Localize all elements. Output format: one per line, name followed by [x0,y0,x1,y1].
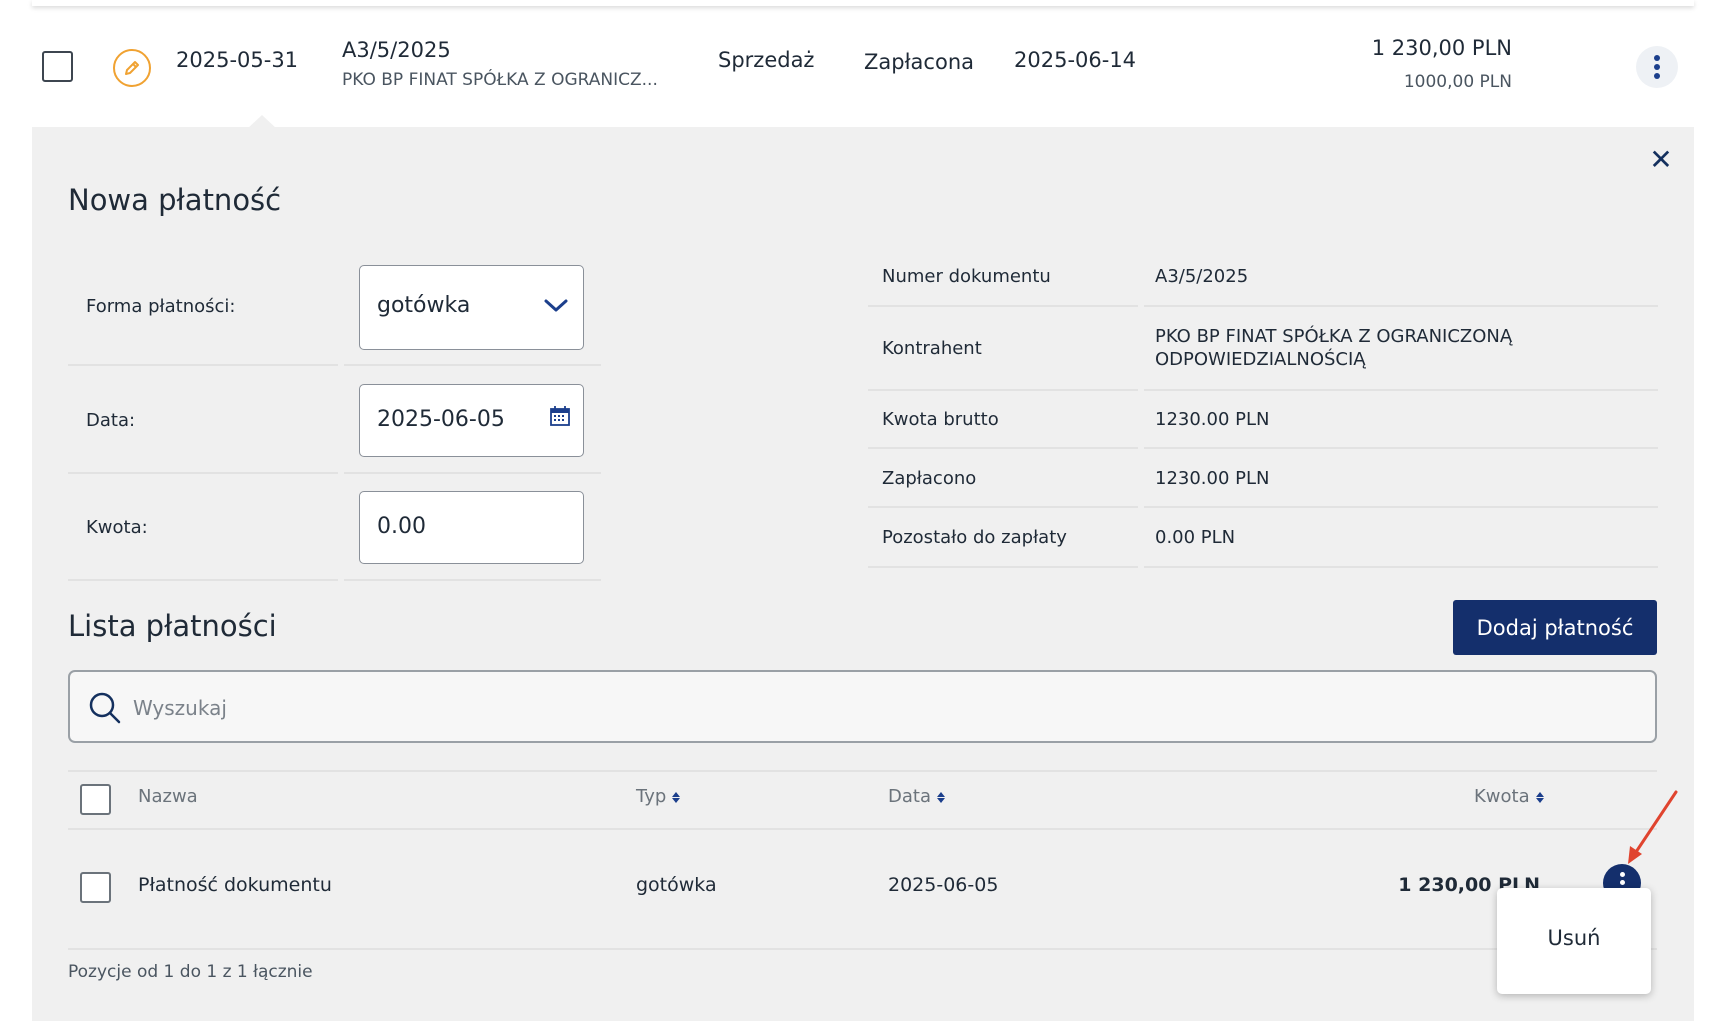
gross-value: 1230.00 PLN [1155,409,1270,430]
payment-method-select[interactable]: gotówka [359,265,584,350]
divider [1144,389,1658,391]
amount-input[interactable]: 0.00 [359,491,584,564]
payment-method-label: Forma płatności: [86,296,236,317]
payment-name: Płatność dokumentu [138,874,332,896]
gross-amount: 1 230,00 PLN [1371,36,1512,60]
divider [1144,447,1658,449]
table-divider [68,828,1657,830]
pagination-summary: Pozycje od 1 do 1 z 1 łącznie [68,962,313,982]
divider [344,579,601,581]
add-payment-button[interactable]: Dodaj płatność [1453,600,1657,655]
row-context-menu: Usuń [1497,888,1651,994]
paid-value: 1230.00 PLN [1155,468,1270,489]
column-date-header[interactable]: Data [888,786,945,807]
divider [868,389,1138,391]
new-payment-title: Nowa płatność [68,183,282,217]
paid-label: Zapłacono [882,468,977,489]
column-date: Data [888,786,931,807]
date-value: 2025-06-05 [377,407,505,432]
amount-value: 0.00 [377,514,426,539]
divider [68,364,338,366]
divider [68,472,338,474]
payment-date: 2025-06-05 [888,874,999,896]
due-date: 2025-06-14 [1014,48,1137,72]
remaining-label: Pozostało do zapłaty [882,527,1067,548]
divider [1144,305,1658,307]
chevron-down-icon [544,299,568,312]
sort-icon [936,791,945,803]
issue-date: 2025-05-31 [176,48,299,72]
payment-status: Zapłacona [864,50,974,74]
column-type-header[interactable]: Typ [636,786,681,807]
column-amount-header[interactable]: Kwota [1474,786,1544,807]
table-divider [68,770,1657,772]
doc-number-label: Numer dokumentu [882,266,1051,287]
calendar-icon[interactable] [549,405,571,427]
table-divider [68,948,1657,950]
delete-menu-item[interactable]: Usuń [1497,926,1651,950]
search-field[interactable]: Wyszukaj [68,670,1657,743]
row-checkbox[interactable] [42,51,73,82]
page: 2025-05-31 A3/5/2025 PKO BP FINAT SPÓŁKA… [0,0,1724,1021]
divider [868,506,1138,508]
sort-icon [672,791,681,803]
payment-method-value: gotówka [377,293,471,318]
divider [868,447,1138,449]
document-number: A3/5/2025 [342,38,451,62]
counterparty-name: PKO BP FINAT SPÓŁKA Z OGRANICZ... [342,70,658,90]
document-row[interactable]: 2025-05-31 A3/5/2025 PKO BP FINAT SPÓŁKA… [32,6,1694,126]
divider [1144,566,1658,568]
counterparty-value-line2: ODPOWIEDZIALNOŚCIĄ [1155,349,1366,370]
column-amount: Kwota [1474,786,1530,807]
panel-pointer [247,115,277,129]
document-type: Sprzedaż [718,48,815,72]
net-amount: 1000,00 PLN [1403,72,1512,92]
row-checkbox[interactable] [80,872,111,903]
column-type: Typ [636,786,667,807]
column-name[interactable]: Nazwa [138,786,198,807]
sort-icon [1535,791,1544,803]
payment-list-title: Lista płatności [68,609,277,643]
divider [868,566,1138,568]
date-label: Data: [86,410,136,431]
counterparty-value-line1: PKO BP FINAT SPÓŁKA Z OGRANICZONĄ [1155,326,1513,347]
amount-label: Kwota: [86,517,148,538]
search-placeholder: Wyszukaj [133,696,227,720]
divider [868,305,1138,307]
annotation-arrow-icon [1628,790,1678,864]
select-all-checkbox[interactable] [80,784,111,815]
edit-icon[interactable] [113,49,151,87]
counterparty-label: Kontrahent [882,338,982,359]
divider [68,579,338,581]
gross-label: Kwota brutto [882,409,999,430]
date-input[interactable]: 2025-06-05 [359,384,584,457]
divider [344,364,601,366]
doc-number-value: A3/5/2025 [1155,266,1249,287]
remaining-value: 0.00 PLN [1155,527,1236,548]
divider [344,472,601,474]
close-icon[interactable]: ✕ [1648,146,1674,174]
divider [1144,506,1658,508]
search-icon [89,692,121,724]
row-more-icon[interactable] [1636,46,1678,88]
payment-type: gotówka [636,874,717,896]
